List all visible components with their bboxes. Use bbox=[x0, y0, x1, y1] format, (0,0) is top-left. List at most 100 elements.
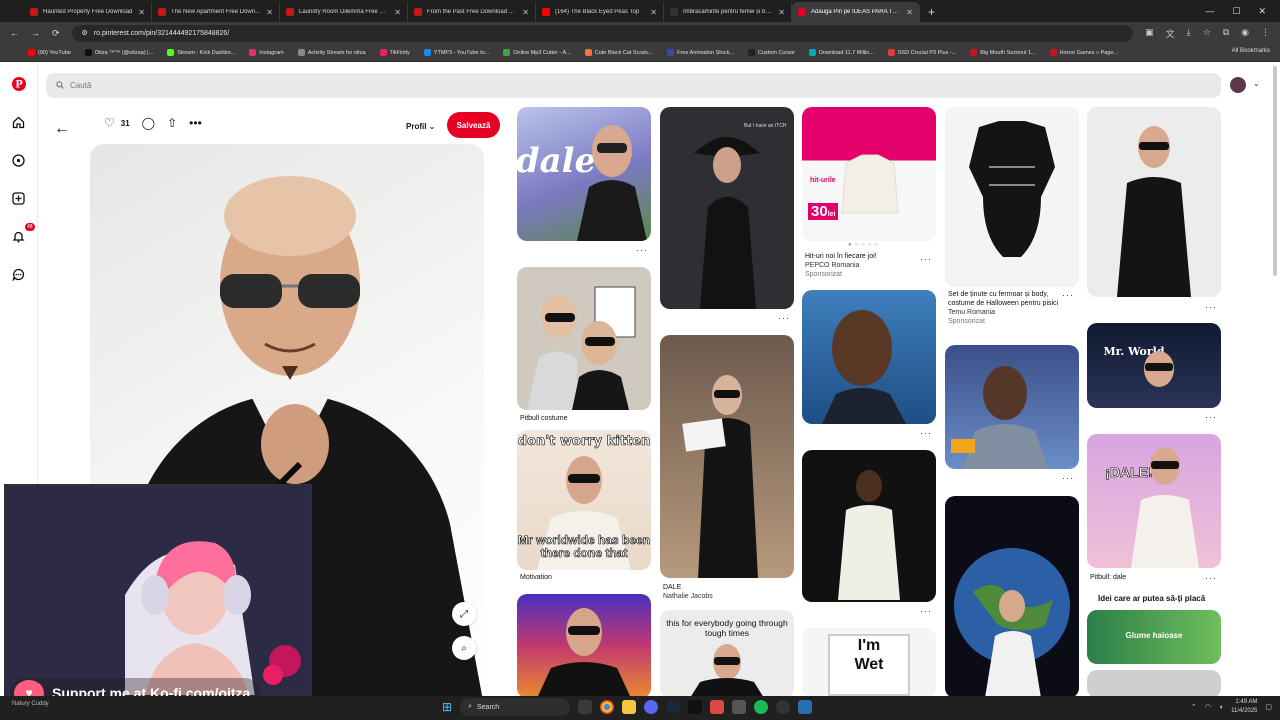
idea-card[interactable]: Glume haioase bbox=[1087, 610, 1221, 664]
chevron-down-icon[interactable]: ⌄ bbox=[1253, 79, 1260, 88]
tab-close-icon[interactable]: ✕ bbox=[650, 8, 657, 17]
reload-icon[interactable]: ⟳ bbox=[52, 28, 60, 39]
bookmark-item[interactable]: Online Mp3 Cutter - A... bbox=[503, 49, 571, 56]
heart-icon[interactable]: ♡ bbox=[104, 116, 115, 130]
browser-tab[interactable]: The New Apartment Free Download ✕ bbox=[152, 2, 280, 22]
taskbar-search[interactable]: ⌕ Search bbox=[460, 698, 571, 716]
pin-tile[interactable] bbox=[802, 290, 936, 424]
ad-caption[interactable]: Set de ținute cu fermoar și body, costum… bbox=[948, 290, 1063, 326]
tab-close-icon[interactable]: ✕ bbox=[906, 8, 913, 17]
pin-title[interactable]: Motivation bbox=[520, 573, 552, 582]
app-icon[interactable] bbox=[732, 700, 747, 714]
pin-tile[interactable]: ¡DALE! bbox=[1087, 434, 1221, 568]
browser-tab[interactable]: Îmbrăcăminte pentru femei și băr... ✕ bbox=[664, 2, 792, 22]
bookmark-item[interactable]: Instagram bbox=[249, 49, 284, 56]
home-icon[interactable] bbox=[11, 114, 27, 130]
tab-close-icon[interactable]: ✕ bbox=[778, 8, 785, 17]
pinterest-logo-icon[interactable]: P bbox=[11, 76, 27, 92]
all-bookmarks[interactable]: All Bookmarks bbox=[1232, 48, 1270, 54]
notifications-icon[interactable]: ▢ bbox=[1265, 703, 1272, 711]
pin-tile[interactable]: But I have an ITCH bbox=[660, 107, 794, 309]
pin-tile[interactable] bbox=[660, 335, 794, 578]
more-icon[interactable]: ··· bbox=[920, 428, 932, 438]
more-icon[interactable]: ··· bbox=[636, 245, 648, 255]
bookmark-item[interactable]: Horror Games » Page... bbox=[1049, 49, 1118, 56]
bookmark-item[interactable]: Activity Stream for oitza bbox=[297, 49, 366, 56]
bookmark-item[interactable]: YTMP3 - YouTube to... bbox=[423, 49, 489, 56]
pin-title-block[interactable]: DALE Nathalie Jacobs bbox=[663, 583, 713, 601]
explorer-icon[interactable] bbox=[622, 700, 637, 714]
pin-tile[interactable]: don't worry kitten Mr worldwide has been… bbox=[517, 430, 651, 570]
pin-tile[interactable] bbox=[1087, 107, 1221, 297]
browser-tab[interactable]: Adaugă Pin pe IDEAS PARA TU DI... ✕ bbox=[792, 2, 920, 22]
bookmark-item[interactable]: SSD Crucial P3 Plus -... bbox=[887, 49, 956, 56]
pin-tile[interactable] bbox=[945, 345, 1079, 469]
more-icon[interactable]: ··· bbox=[778, 313, 790, 323]
tray-chevron-icon[interactable]: ⌃ bbox=[1191, 703, 1197, 711]
pin-tile[interactable] bbox=[517, 267, 651, 410]
more-icon[interactable]: ··· bbox=[1205, 412, 1217, 422]
app-icon[interactable] bbox=[798, 700, 813, 714]
back-icon[interactable]: ← bbox=[10, 28, 19, 38]
pin-tile[interactable] bbox=[802, 450, 936, 602]
search-input[interactable]: Caută bbox=[70, 81, 91, 90]
pin-tile[interactable]: I'm Wet bbox=[802, 628, 936, 698]
chrome-icon[interactable] bbox=[600, 700, 615, 714]
pin-title[interactable]: Pitbull costume bbox=[520, 414, 567, 423]
menu-icon[interactable]: ⋮ bbox=[1261, 27, 1270, 40]
more-icon[interactable]: ··· bbox=[1205, 573, 1217, 583]
profile-icon[interactable]: ◉ bbox=[1241, 27, 1249, 40]
pin-tile[interactable] bbox=[945, 496, 1079, 698]
bookmark-item[interactable]: Download 11.7 Millio... bbox=[808, 49, 874, 56]
spotify-icon[interactable] bbox=[754, 700, 769, 714]
tab-close-icon[interactable]: ✕ bbox=[266, 8, 273, 17]
tab-close-icon[interactable]: ✕ bbox=[394, 8, 401, 17]
install-icon[interactable]: ▣ bbox=[1145, 27, 1154, 40]
bookmark-item[interactable]: TikFinity bbox=[379, 49, 410, 56]
search-bar[interactable]: Caută bbox=[46, 73, 1221, 98]
bookmark-item[interactable]: Custom Cursor bbox=[747, 49, 795, 56]
more-icon[interactable]: ··· bbox=[920, 606, 932, 616]
pin-tile[interactable]: this for everybody going through tough t… bbox=[660, 610, 794, 698]
visual-search-icon[interactable]: ⌕ bbox=[452, 636, 476, 660]
more-icon[interactable]: ··· bbox=[1205, 302, 1217, 312]
pin-title[interactable]: Pitbull: dale bbox=[1090, 573, 1126, 582]
site-info-icon[interactable]: ⚙ bbox=[82, 29, 88, 37]
pin-tile[interactable] bbox=[517, 594, 651, 698]
download-icon[interactable]: ⤓ bbox=[1187, 27, 1191, 40]
volume-icon[interactable]: ◖ bbox=[1219, 704, 1223, 711]
ad-tile[interactable] bbox=[945, 107, 1079, 287]
forward-icon[interactable]: → bbox=[31, 28, 40, 38]
bookmark-item[interactable]: Stream - Kick Dashbo... bbox=[167, 49, 235, 56]
obs-icon[interactable] bbox=[776, 700, 791, 714]
bookmark-item[interactable]: Free Animation Stock... bbox=[667, 49, 734, 56]
tab-close-icon[interactable]: ✕ bbox=[138, 8, 145, 17]
clock[interactable]: 1:49 AM 11/4/2025 bbox=[1231, 698, 1257, 716]
bookmark-item[interactable]: Oitza ™™ (@oitzaa) |... bbox=[84, 49, 153, 56]
ad-tile[interactable]: hit-urile 30lei bbox=[802, 107, 936, 241]
messages-icon[interactable] bbox=[11, 266, 27, 282]
discord-icon[interactable] bbox=[644, 700, 659, 714]
taskview-icon[interactable] bbox=[578, 700, 593, 714]
notifications-icon[interactable]: 48 bbox=[11, 223, 35, 244]
tiktok-icon[interactable] bbox=[688, 700, 703, 714]
back-arrow-icon[interactable]: ← bbox=[54, 120, 70, 138]
more-icon[interactable]: ··· bbox=[920, 254, 932, 264]
maximize-icon[interactable]: ☐ bbox=[1232, 6, 1240, 17]
bookmark-item[interactable]: Big Mouth Sezonul 1... bbox=[970, 49, 1036, 56]
app-icon[interactable] bbox=[710, 700, 725, 714]
idea-card[interactable] bbox=[1087, 670, 1221, 698]
create-icon[interactable] bbox=[11, 190, 27, 206]
page-scrollbar[interactable] bbox=[1273, 66, 1277, 276]
more-icon[interactable]: ··· bbox=[1062, 473, 1074, 483]
profile-dropdown[interactable]: Profil ⌄ bbox=[406, 122, 435, 131]
tab-close-icon[interactable]: ✕ bbox=[522, 8, 529, 17]
bookmark-item[interactable]: (90) YouTube bbox=[28, 49, 71, 56]
pin-tile[interactable]: dale bbox=[517, 107, 651, 241]
more-icon[interactable]: ··· bbox=[1062, 290, 1074, 300]
address-bar[interactable]: ⚙ ro.pinterest.com/pin/32144449217584882… bbox=[71, 24, 1134, 42]
browser-tab[interactable]: Haunted Property Free Download ✕ bbox=[24, 2, 152, 22]
save-button[interactable]: Salvează bbox=[447, 112, 500, 138]
avatar[interactable] bbox=[1230, 77, 1246, 93]
comment-icon[interactable]: ◯ bbox=[142, 116, 155, 130]
